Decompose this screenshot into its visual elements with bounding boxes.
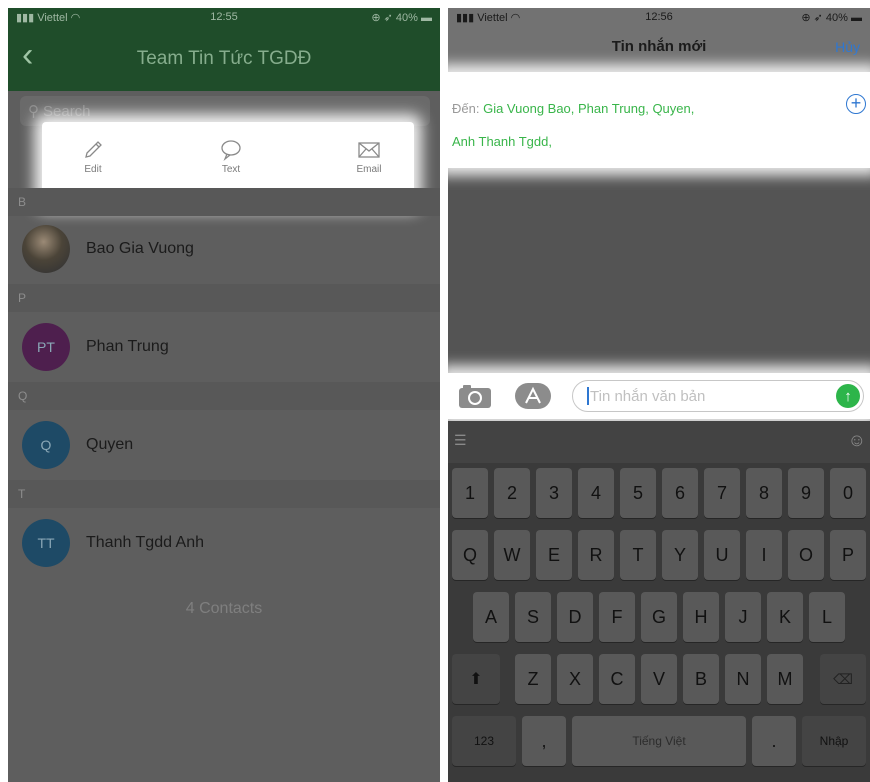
search-placeholder: Search [43, 102, 91, 120]
key-n[interactable]: N [725, 654, 761, 704]
key-p[interactable]: P [830, 530, 866, 580]
key-i[interactable]: I [746, 530, 782, 580]
key-3[interactable]: 3 [536, 468, 572, 518]
key-v[interactable]: V [641, 654, 677, 704]
section-header-t: T [8, 480, 440, 508]
key-z[interactable]: Z [515, 654, 551, 704]
numbers-key[interactable]: 123 [452, 716, 516, 766]
key-e[interactable]: E [536, 530, 572, 580]
contact-name: Bao Gia Vuong [86, 240, 194, 257]
contact-row[interactable]: PT Phan Trung [8, 312, 440, 382]
avatar: Q [22, 421, 70, 469]
status-time: 12:55 [210, 11, 238, 23]
key-2[interactable]: 2 [494, 468, 530, 518]
text-caret [587, 387, 589, 405]
section-header-b: B [8, 188, 440, 216]
key-x[interactable]: X [557, 654, 593, 704]
key-8[interactable]: 8 [746, 468, 782, 518]
comma-key[interactable]: , [522, 716, 566, 766]
recipient-list: Gia Vuong Bao, Phan Trung, Quyen, [483, 101, 695, 116]
key-m[interactable]: M [767, 654, 803, 704]
key-7[interactable]: 7 [704, 468, 740, 518]
to-label: Đến: [452, 101, 480, 116]
add-recipient-button[interactable]: + [846, 94, 866, 114]
key-j[interactable]: J [725, 592, 761, 642]
shift-key[interactable]: ⬆ [452, 654, 500, 704]
status-time: 12:56 [645, 11, 673, 23]
new-message-panel: ▮▮▮ Viettel ◠ 12:56 ⊕ ➶ 40% ▬ Tin nhắn m… [448, 8, 870, 782]
message-placeholder: Tin nhắn văn bản [590, 387, 706, 405]
key-5[interactable]: 5 [620, 468, 656, 518]
key-1[interactable]: 1 [452, 468, 488, 518]
status-bar: ▮▮▮ Viettel ◠ 12:56 ⊕ ➶ 40% ▬ [448, 8, 870, 26]
key-a[interactable]: A [473, 592, 509, 642]
search-icon: ⚲ [28, 103, 39, 120]
contacts-nav-bar: ▮▮▮ Viettel ◠ 12:55 ⊕ ➶ 40% ▬ ‹ Team Tin… [8, 8, 440, 91]
key-o[interactable]: O [788, 530, 824, 580]
contact-row[interactable]: Q Quyen [8, 410, 440, 480]
contact-name: Phan Trung [86, 338, 169, 355]
key-r[interactable]: R [578, 530, 614, 580]
key-s[interactable]: S [515, 592, 551, 642]
email-label: Email [356, 164, 382, 175]
page-title: Tin nhắn mới [611, 38, 707, 55]
emoji-icon[interactable]: ☺ [848, 430, 866, 451]
recipient-list: Anh Thanh Tgdd, [452, 134, 552, 149]
envelope-icon [358, 142, 380, 158]
contact-row[interactable]: TT Thanh Tgdd Anh [8, 508, 440, 578]
key-t[interactable]: T [620, 530, 656, 580]
key-f[interactable]: F [599, 592, 635, 642]
contact-name: Quyen [86, 436, 134, 453]
message-input-bar: Tin nhắn văn bản ↑ [448, 373, 870, 419]
section-header-p: P [8, 284, 440, 312]
edit-label: Edit [84, 164, 102, 175]
section-header-q: Q [8, 382, 440, 410]
key-y[interactable]: Y [662, 530, 698, 580]
contacts-panel: ▮▮▮ Viettel ◠ 12:55 ⊕ ➶ 40% ▬ ‹ Team Tin… [8, 8, 440, 782]
key-9[interactable]: 9 [788, 468, 824, 518]
space-key[interactable]: Tiếng Việt [572, 716, 746, 766]
key-c[interactable]: C [599, 654, 635, 704]
key-h[interactable]: H [683, 592, 719, 642]
key-b[interactable]: B [683, 654, 719, 704]
message-nav-bar: Tin nhắn mới Hủy [448, 26, 870, 78]
message-input[interactable]: Tin nhắn văn bản ↑ [572, 380, 864, 412]
speech-bubble-icon [221, 140, 241, 162]
key-g[interactable]: G [641, 592, 677, 642]
app-store-icon[interactable] [514, 382, 552, 410]
key-q[interactable]: Q [452, 530, 488, 580]
status-bar: ▮▮▮ Viettel ◠ 12:55 ⊕ ➶ 40% ▬ [8, 8, 440, 26]
send-button[interactable]: ↑ [836, 384, 860, 408]
period-key[interactable]: . [752, 716, 796, 766]
page-title: Team Tin Tức TGDĐ [136, 48, 312, 69]
cancel-button[interactable]: Hủy [835, 39, 860, 55]
backspace-icon[interactable]: ⌫ [820, 654, 866, 704]
keyboard: 1 2 3 4 5 6 7 8 9 0 Q W E R T Y U I O P … [448, 463, 870, 782]
key-l[interactable]: L [809, 592, 845, 642]
contact-row[interactable]: Bao Gia Vuong [8, 214, 440, 284]
avatar: PT [22, 323, 70, 371]
key-k[interactable]: K [767, 592, 803, 642]
pencil-icon [85, 141, 102, 158]
avatar: TT [22, 519, 70, 567]
contact-name: Thanh Tgdd Anh [86, 534, 205, 551]
key-6[interactable]: 6 [662, 468, 698, 518]
contacts-count: 4 Contacts [185, 600, 263, 617]
recipients-field[interactable]: Đến: Gia Vuong Bao, Phan Trung, Quyen, A… [448, 72, 870, 168]
keyboard-toolbar: ☰ ☺ [448, 421, 870, 463]
key-d[interactable]: D [557, 592, 593, 642]
key-4[interactable]: 4 [578, 468, 614, 518]
text-label: Text [221, 164, 241, 175]
key-u[interactable]: U [704, 530, 740, 580]
return-key[interactable]: Nhập [802, 716, 866, 766]
camera-icon[interactable] [458, 383, 492, 409]
key-w[interactable]: W [494, 530, 530, 580]
key-0[interactable]: 0 [830, 468, 866, 518]
avatar [22, 225, 70, 273]
keyboard-menu-icon[interactable]: ☰ [454, 432, 467, 449]
